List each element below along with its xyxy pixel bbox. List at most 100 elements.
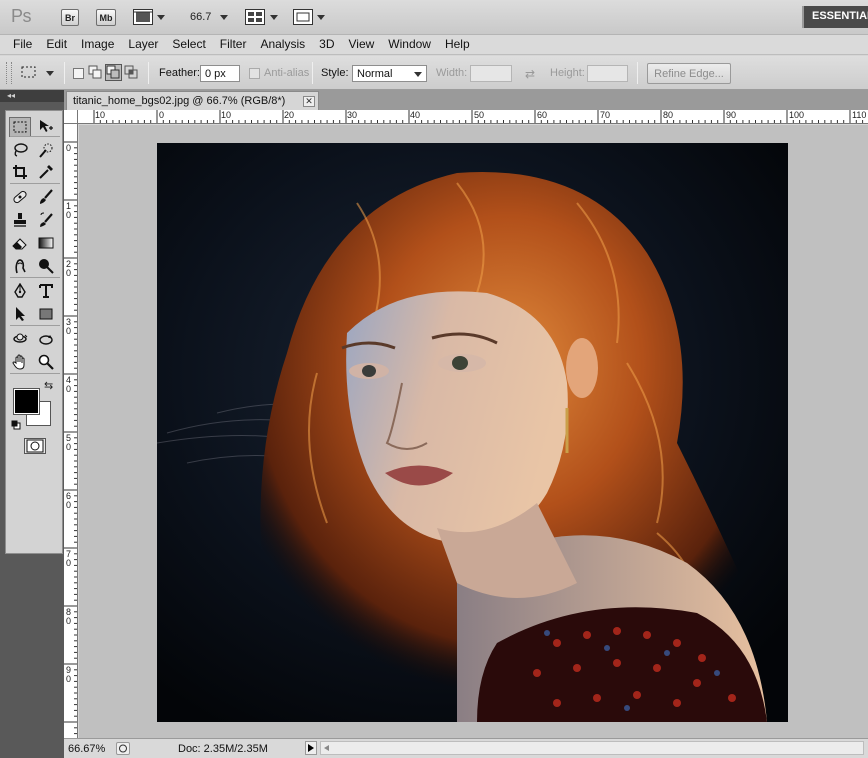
zoom-dropdown-icon[interactable] (220, 15, 228, 20)
menu-analysis[interactable]: Analysis (253, 35, 312, 54)
eyedropper-tool[interactable] (35, 162, 57, 182)
pen-tool[interactable] (9, 281, 31, 301)
clone-stamp-tool[interactable] (9, 210, 31, 230)
history-brush-tool[interactable] (35, 210, 57, 230)
anti-alias-checkbox[interactable] (249, 68, 260, 79)
eraser-icon (12, 238, 27, 250)
launch-mini-bridge-button[interactable]: Mb (96, 9, 116, 26)
ruler-label: 40 (410, 110, 421, 120)
path-arrow-icon (16, 307, 25, 321)
height-input[interactable] (587, 65, 628, 82)
document-image[interactable] (157, 143, 788, 722)
quick-selection-brush-icon (39, 143, 53, 158)
lasso-icon (14, 143, 28, 157)
add-selection-icon (88, 65, 102, 79)
eraser-tool[interactable] (9, 233, 31, 253)
lasso-tool[interactable] (9, 140, 31, 160)
divider (10, 373, 60, 374)
brush-tool[interactable] (35, 187, 57, 207)
quick-selection-tool[interactable] (35, 140, 57, 160)
ruler-label: 60 (537, 110, 548, 120)
crop-tool[interactable] (9, 162, 31, 182)
dodge-tool[interactable] (35, 256, 57, 276)
path-selection-tool[interactable] (9, 304, 31, 324)
move-tool[interactable] (35, 117, 57, 137)
menu-file[interactable]: File (6, 35, 39, 54)
swap-dimensions-icon[interactable]: ⇄ (525, 67, 535, 81)
menu-select[interactable]: Select (165, 35, 212, 54)
divider (10, 325, 60, 326)
rectangular-marquee-icon (21, 66, 36, 78)
blur-tool[interactable] (9, 256, 31, 276)
horizontal-ruler[interactable]: 10 0 10 20 30 40 50 60 70 80 90 100 110 (78, 110, 868, 124)
default-colors-button[interactable] (11, 419, 21, 430)
arrange-documents-button[interactable] (245, 9, 265, 25)
status-zoom-value[interactable]: 66.67% (68, 743, 105, 755)
workspace-switcher-button[interactable]: ESSENTIALS (802, 6, 868, 28)
3d-rotate-tool[interactable] (9, 329, 31, 349)
subtract-selection-mode-button[interactable] (105, 64, 122, 81)
arrange-dropdown-icon[interactable] (270, 15, 278, 20)
ruler-ticks (93, 110, 864, 123)
3d-rotate-icon (13, 333, 28, 343)
intersect-selection-mode-button[interactable] (124, 65, 139, 80)
rectangle-shape-tool[interactable] (35, 304, 57, 324)
menu-3d[interactable]: 3D (312, 35, 341, 54)
panel-collapse-toggle[interactable]: ◂◂ (0, 90, 64, 102)
crop-icon (13, 165, 27, 179)
options-bar-grip[interactable] (6, 62, 12, 84)
menu-layer[interactable]: Layer (121, 35, 165, 54)
swap-colors-icon[interactable]: ⇆ (44, 379, 53, 392)
ruler-label: 4 0 (66, 375, 72, 394)
document-tab[interactable]: titanic_home_bgs02.jpg @ 66.7% (RGB/8*) … (66, 91, 319, 110)
type-tool[interactable] (35, 281, 57, 301)
quick-mask-button[interactable] (24, 438, 46, 454)
rectangle-shape-icon (39, 308, 53, 320)
menu-window[interactable]: Window (381, 35, 438, 54)
play-arrow-icon (308, 744, 314, 752)
film-grid-icon (133, 9, 153, 25)
menu-edit[interactable]: Edit (39, 35, 74, 54)
zoom-level-readout[interactable]: 66.7 (190, 11, 211, 23)
tools-panel: ◂◂ ⇆ (0, 90, 64, 758)
menu-filter[interactable]: Filter (213, 35, 254, 54)
ruler-origin[interactable] (64, 110, 78, 124)
ruler-label: 8 0 (66, 607, 72, 626)
dodge-icon (39, 259, 54, 274)
extras-menu-button[interactable] (133, 9, 153, 25)
scroll-left-icon[interactable] (324, 745, 329, 751)
add-to-selection-mode-button[interactable] (88, 65, 103, 80)
feather-input[interactable]: 0 px (200, 65, 240, 82)
zoom-tool[interactable] (35, 352, 57, 372)
new-selection-mode-button[interactable] (73, 68, 84, 79)
rectangular-marquee-tool[interactable] (9, 117, 31, 137)
vertical-ruler[interactable]: 0 1 0 2 0 3 0 4 0 5 0 6 0 7 0 8 0 9 0 (64, 124, 78, 738)
screen-mode-dropdown-icon[interactable] (317, 15, 325, 20)
style-dropdown-icon (414, 72, 422, 77)
menu-image[interactable]: Image (74, 35, 121, 54)
gradient-tool[interactable] (35, 233, 57, 253)
tool-preset-picker[interactable] (20, 64, 56, 82)
status-preview-button[interactable] (116, 742, 130, 755)
menu-view[interactable]: View (341, 35, 381, 54)
menu-help[interactable]: Help (438, 35, 477, 54)
3d-orbit-tool[interactable] (35, 329, 57, 349)
intersect-selection-icon (124, 65, 138, 79)
style-select-value: Normal (357, 68, 393, 80)
style-select[interactable]: Normal (352, 65, 427, 82)
spot-healing-brush-tool[interactable] (9, 187, 31, 207)
refine-edge-button[interactable]: Refine Edge... (647, 63, 731, 84)
photoshop-logo: Ps (11, 6, 32, 26)
horizontal-scrollbar[interactable] (320, 741, 864, 755)
chevron-down-icon[interactable] (157, 15, 165, 20)
hand-tool[interactable] (9, 352, 31, 372)
width-input[interactable] (470, 65, 512, 82)
launch-bridge-button[interactable]: Br (61, 9, 79, 26)
foreground-color-swatch[interactable] (13, 388, 40, 415)
close-icon[interactable]: ✕ (303, 96, 315, 107)
divider (10, 136, 60, 137)
screen-mode-button[interactable] (293, 9, 313, 25)
feather-label: Feather: (159, 67, 200, 79)
status-menu-arrow-button[interactable] (305, 741, 317, 755)
canvas-pasteboard[interactable] (79, 125, 868, 738)
